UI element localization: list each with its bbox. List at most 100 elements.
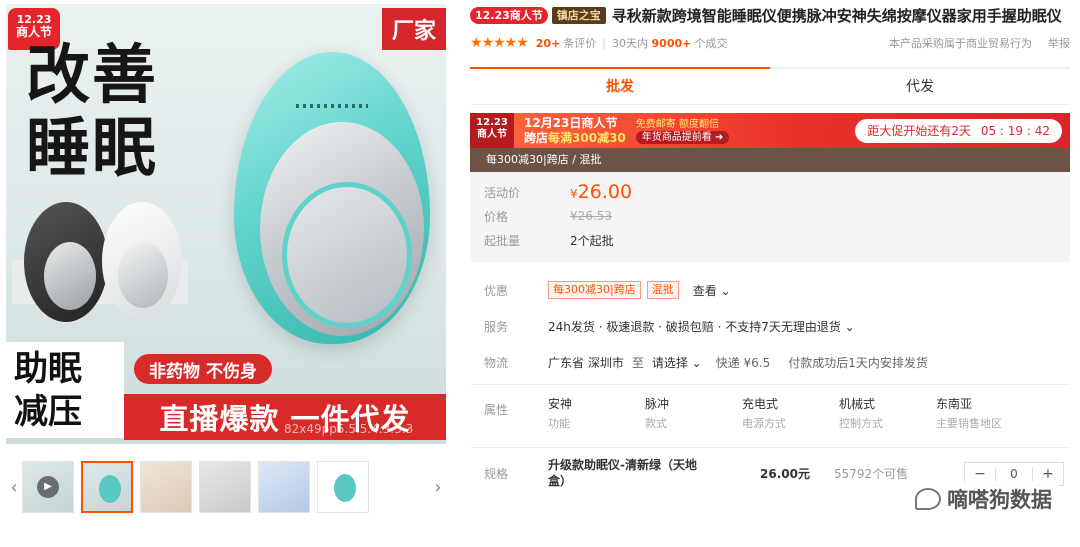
meta-right: 本产品采购属于商业贸易行为 举报 [889,35,1070,51]
play-icon: ▶ [37,476,59,498]
currency-symbol: ¥ [570,187,578,201]
service-text[interactable]: 24h发货 · 极速退款 · 破损包赔 · 不支持7天无理由退货 ⌄ [548,318,855,335]
view-discounts-link[interactable]: 查看 ⌄ [693,282,731,299]
discount-row: 优惠 每300减30|跨店 混批 查看 ⌄ [470,272,1070,308]
next-arrow-icon[interactable]: › [430,477,446,498]
reviews-count[interactable]: 20+ [536,37,561,50]
origin-location: 广东省 深圳市 [548,355,624,370]
thumbnail-5[interactable] [258,461,310,513]
attribute-function: 安神 功能 [548,395,645,431]
service-label: 服务 [484,319,509,334]
thumbnail-strip: ‹ ▶ › [6,456,446,518]
to-label: 至 [631,355,644,370]
decrease-button[interactable]: − [965,466,995,482]
promo-chip-shipping: 免费邮寄 额度翻倍 [635,118,719,130]
attribute-value: 东南亚 [936,397,973,411]
teal-device-image [234,52,430,344]
headline-text: 改善 睡眠 [26,39,158,186]
attribute-key: 主要销售地区 [936,417,1002,430]
attribute-key: 控制方式 [839,417,883,430]
countdown-timer: 距大促开始还有2天 05 : 19 : 42 [855,119,1062,143]
attribute-value: 充电式 [742,397,779,411]
tab-wholesale[interactable]: 批发 [470,67,770,104]
watermark-text: 嘀嗒狗数据 [947,488,1052,512]
activity-price-value: 26.00 [577,181,633,203]
countdown-label: 距大促开始还有2天 [867,124,972,138]
promo-chips: 免费邮寄 额度翻倍 年货商品提前看 ➜ [635,118,730,144]
thumbnail-4[interactable] [199,461,251,513]
thumbnail-3[interactable] [140,461,192,513]
promo-threshold: 每满300减30 [548,130,626,145]
attribute-control: 机械式 控制方式 [839,395,936,431]
tab-dropship[interactable]: 代发 [770,67,1070,104]
countdown-time: 05 : 19 : 42 [980,124,1050,138]
attribute-key: 款式 [645,417,667,430]
sales-count: 9000+ [651,36,692,50]
thumb-device-icon [334,474,356,502]
original-price-row: 价格 ¥26.53 [484,204,1070,228]
spec-stock: 55792个可售 [834,467,909,482]
moq-value: 2个起批 [570,233,614,248]
logistics-row: 物流 广东省 深圳市 至 请选择 ⌄ 快递 ¥6.5 付款成功后1天内安排发货 [470,344,1070,380]
attribute-style: 脉冲 款式 [645,395,742,431]
no-drug-pill: 非药物 不伤身 [134,354,272,384]
watermark: 嘀嗒狗数据 [909,482,1058,516]
product-title-row: 12.23商人节 镇店之宝 寻秋新款跨境智能睡眠仪便携脉冲安神失绵按摩仪器家用手握助… [470,6,1070,27]
delivery-note: 付款成功后1天内安排发货 [788,355,928,370]
thumbnail-selected[interactable] [81,461,133,513]
thumbnail-6[interactable] [317,461,369,513]
report-link[interactable]: 举报 [1048,35,1070,51]
promo-chip-preview[interactable]: 年货商品提前看 ➜ [635,130,730,144]
image-overlay-text: 82x49pp5.5.5.4.3.3.3 [284,422,414,436]
promo-tag-date: 12.23 [16,13,52,26]
spec-name: 升级款助眠仪-清新绿（天地盒） [548,458,697,488]
product-info: 12.23商人节 镇店之宝 寻秋新款跨境智能睡眠仪便携脉冲安神失绵按摩仪器家用手握助… [470,6,1070,489]
promo-banner[interactable]: 12.23 商人节 12月23日商人节 跨店每满300减30 免费邮寄 额度翻倍… [470,113,1070,148]
attribute-key: 功能 [548,417,570,430]
white-device-image [102,202,182,320]
attribute-value: 机械式 [839,397,876,411]
promo-title: 12月23日商人节 跨店每满300减30 [524,116,626,145]
promo-cross-store: 跨店 [524,130,549,145]
moq-row: 起批量 2个起批 [484,228,1070,252]
product-title: 寻秋新款跨境智能睡眠仪便携脉冲安神失绵按摩仪器家用手握助眠仪 [611,7,1062,25]
attribute-power: 充电式 电源方式 [742,395,839,431]
caption-text: 助眠 减压 [6,342,124,438]
logistics-label: 物流 [484,355,509,370]
attribute-key: 电源方式 [742,417,786,430]
thumbnail-video[interactable]: ▶ [22,461,74,513]
attribute-value: 安神 [548,397,573,411]
device-face [260,122,424,336]
service-row: 服务 24h发货 · 极速退款 · 破损包赔 · 不支持7天无理由退货 ⌄ [470,308,1070,344]
indicator-dots [296,104,368,108]
prev-arrow-icon[interactable]: ‹ [6,477,22,498]
quantity-input[interactable]: 0 [995,466,1033,481]
reviews-label[interactable]: 条评价 [563,35,596,51]
spec-price: 26.00元 [760,467,810,482]
attributes-row: 属性 安神功能 脉冲 款式 充电式电源方式 机械式控制方式 东南亚主要销售地区 [470,384,1070,441]
trade-notice: 本产品采购属于商业贸易行为 [889,37,1032,50]
promo-title-line1: 12月23日商人节 [524,116,618,131]
festival-badge: 12.23商人节 [470,7,548,24]
sales-label: 个成交 [694,37,728,50]
destination-select[interactable]: 请选择 ⌄ [652,354,702,371]
rating-stars-icon: ★★★★★ [470,35,529,51]
promo-sub-bar: 每300减30|跨店 / 混批 [470,148,1070,172]
main-product-image[interactable]: 12.23 商人节 厂家 改善 睡眠 助眠 减压 非药物 不伤身 直播爆款 一件… [6,4,446,444]
thumb-device-icon [99,475,121,503]
rating-row: ★★★★★ 20+ 条评价 | 30天内 9000+ 个成交 本产品采购属于商业… [470,35,1070,51]
divider: | [602,36,607,50]
discount-label: 优惠 [484,283,509,298]
attributes-label: 属性 [484,403,509,417]
attribute-region: 东南亚 主要销售地区 [936,395,1033,431]
discount-chip-mixed[interactable]: 混批 [646,281,679,299]
mode-tabs: 批发 代发 [470,67,1070,105]
black-device-image [24,202,108,322]
factory-badge: 厂家 [382,8,446,50]
discount-chip-cross-store[interactable]: 每300减30|跨店 [548,281,641,299]
increase-button[interactable]: + [1033,466,1063,482]
promo-banner-date: 12.23 [476,117,508,128]
sales-period: 30天内 [612,37,649,50]
product-gallery: 12.23 商人节 厂家 改善 睡眠 助眠 减压 非药物 不伤身 直播爆款 一件… [6,4,446,513]
spec-label: 规格 [484,467,509,482]
